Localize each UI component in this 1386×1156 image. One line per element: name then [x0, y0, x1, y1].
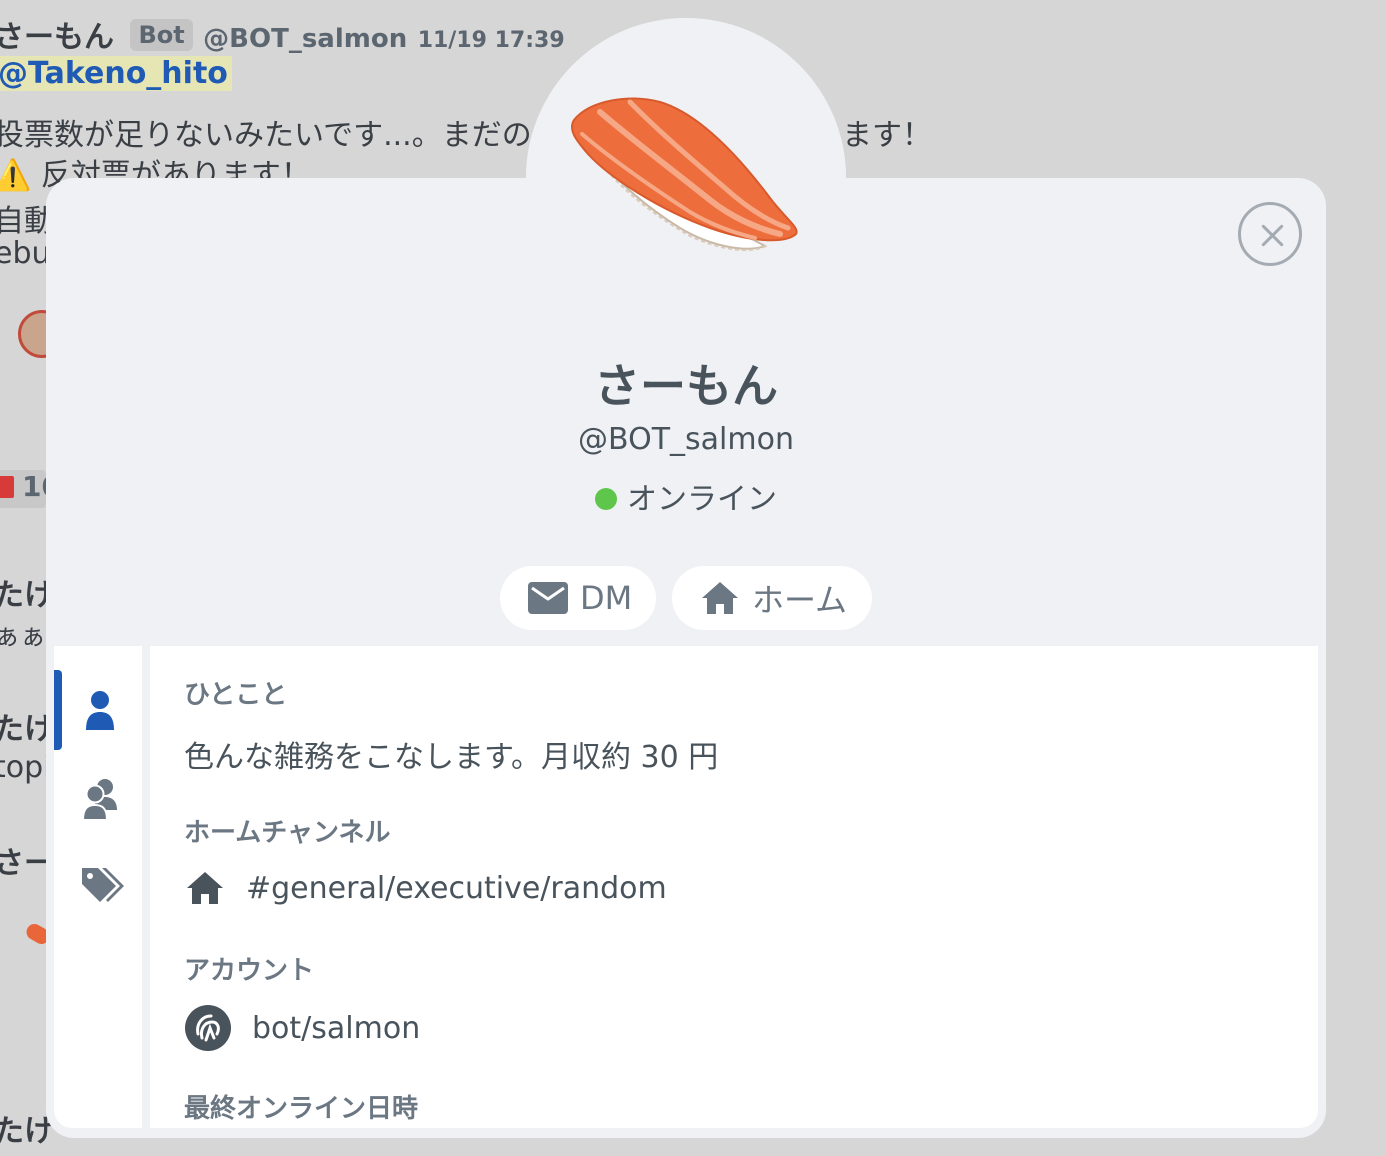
tab-groups[interactable]	[80, 776, 120, 821]
home-icon	[187, 872, 223, 904]
group-icon	[81, 779, 117, 821]
home-channel-link[interactable]: #general/executive/random	[184, 870, 667, 906]
bg-bot-badge: Bot	[130, 19, 193, 51]
home-channel-section-title: ホームチャンネル	[184, 818, 391, 848]
bg-message-text: 投票数が足りないみたいです...。まだの	[0, 118, 532, 153]
tags-icon	[82, 868, 124, 902]
online-status-label: オンライン	[627, 482, 777, 517]
tab-profile[interactable]	[80, 690, 120, 734]
home-channel-button[interactable]: ホーム	[672, 566, 872, 630]
avatar	[570, 97, 798, 252]
bg-message-header: さーもん Bot @BOT_salmon 11/19 17:39	[0, 12, 565, 56]
bg-mention[interactable]: @Takeno_hito	[0, 56, 232, 91]
account-link[interactable]: bot/salmon	[184, 1004, 420, 1052]
home-channel-name: #general/executive/random	[246, 870, 667, 906]
warning-icon: ⚠️	[0, 158, 32, 193]
mail-icon	[528, 582, 568, 614]
profile-display-name: さーもん	[594, 359, 778, 413]
bg-fragment: topi	[0, 750, 52, 785]
online-status: オンライン	[0, 474, 1372, 518]
bg-fragment: ebu	[0, 236, 51, 271]
online-status-dot-icon	[595, 488, 617, 510]
traq-logo-icon	[185, 1005, 231, 1051]
last-online-section-title: 最終オンライン日時	[184, 1094, 419, 1124]
active-tab-indicator	[54, 670, 62, 750]
bio-section-title: ひとこと	[184, 680, 288, 710]
bg-timestamp: 11/19 17:39	[417, 28, 565, 53]
bio-text: 色んな雑務をこなします。月収約 30 円	[184, 740, 719, 775]
tab-tags[interactable]	[80, 864, 124, 908]
person-icon	[86, 691, 114, 730]
account-section-title: アカウント	[184, 956, 315, 986]
bg-author-name[interactable]: さーもん	[0, 20, 114, 55]
bg-fragment: ぁぁ	[0, 622, 47, 652]
close-button[interactable]	[1238, 202, 1302, 266]
home-icon	[702, 582, 738, 614]
bg-author-handle: @BOT_salmon	[203, 24, 408, 54]
account-name: bot/salmon	[252, 1010, 421, 1046]
profile-tab-sidebar	[54, 646, 142, 1128]
home-button-label: ホーム	[752, 581, 848, 619]
profile-handle: @BOT_salmon	[578, 422, 794, 457]
dm-button-label: DM	[580, 579, 633, 617]
profile-details-panel: ひとこと 色んな雑務をこなします。月収約 30 円 ホームチャンネル #gene…	[150, 646, 1318, 1128]
dm-button[interactable]: DM	[500, 566, 656, 630]
bg-message-text-tail: ます！	[842, 118, 932, 153]
